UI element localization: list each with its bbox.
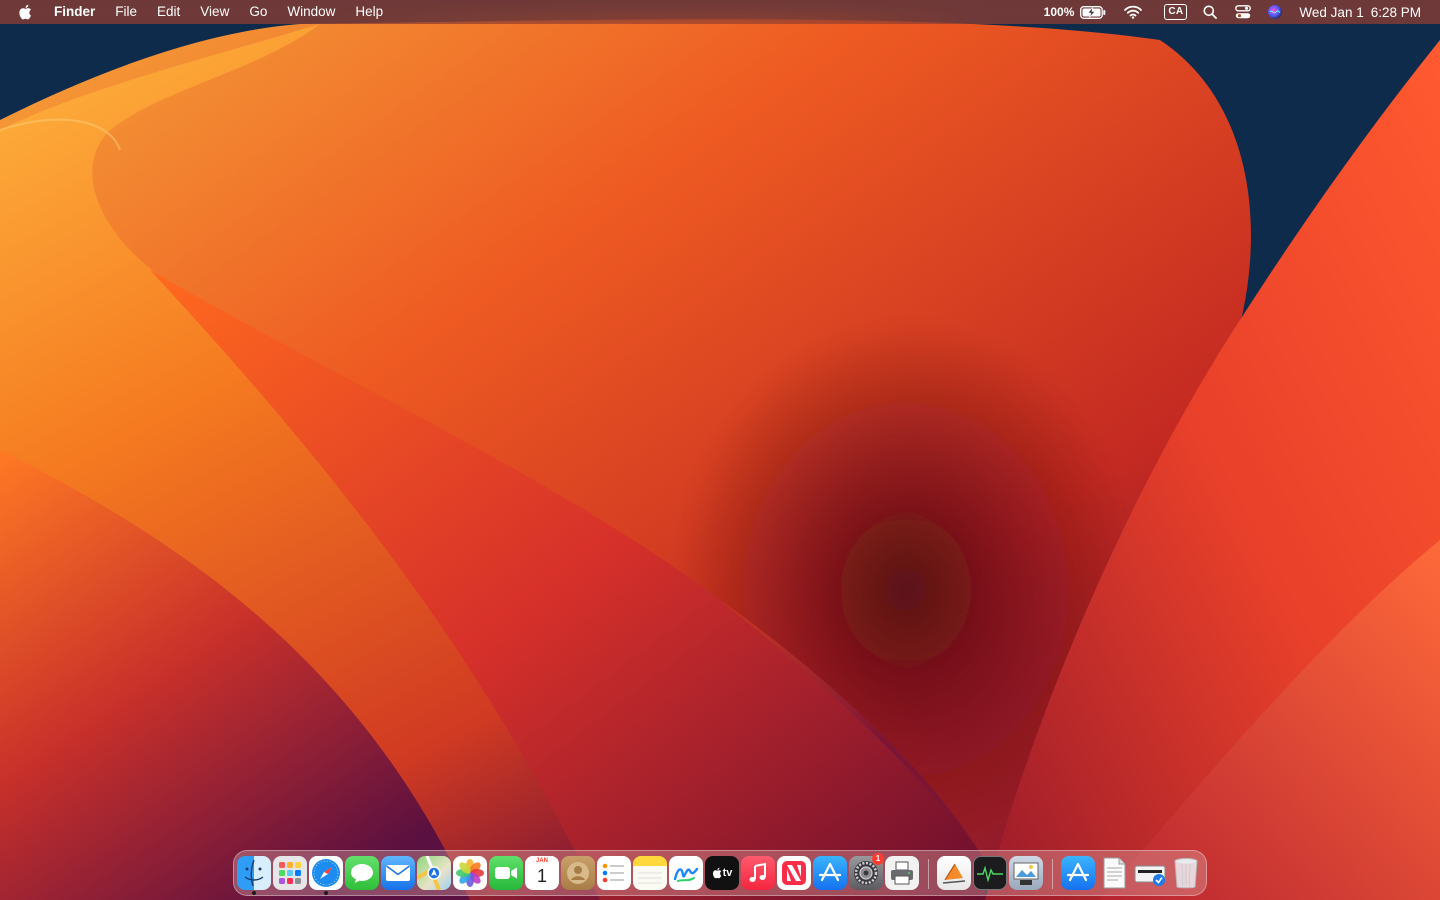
apple-menu-icon[interactable]: [0, 0, 50, 24]
calendar-month-label: JAN: [525, 856, 559, 865]
menu-view[interactable]: View: [190, 0, 239, 24]
calendar-day-label: 1: [536, 866, 547, 886]
dock-mail-icon[interactable]: [381, 856, 415, 890]
wifi-icon[interactable]: [1124, 0, 1143, 24]
dock-facetime-icon[interactable]: [489, 856, 523, 890]
dock-safari-icon[interactable]: [309, 856, 343, 890]
desktop-wallpaper: [0, 0, 1440, 900]
dock-finder-icon[interactable]: [237, 856, 271, 890]
control-center-icon[interactable]: [1235, 0, 1252, 24]
menu-bar-clock[interactable]: Wed Jan 1 6:28 PM: [1287, 5, 1440, 20]
menu-bar-left: Finder File Edit View Go Window Help: [0, 0, 393, 24]
menu-file[interactable]: File: [105, 0, 147, 24]
dock-activity-monitor-icon[interactable]: [973, 856, 1007, 890]
dock-contacts-icon[interactable]: [561, 856, 595, 890]
dock-messages-icon[interactable]: [345, 856, 379, 890]
menu-bar: Finder File Edit View Go Window Help 100…: [0, 0, 1440, 24]
dock-trash-icon[interactable]: [1169, 856, 1203, 890]
dock-launchpad-icon[interactable]: [273, 856, 307, 890]
menu-go[interactable]: Go: [239, 0, 277, 24]
dock-printer-icon[interactable]: [885, 856, 919, 890]
spotlight-search-icon[interactable]: [1203, 0, 1218, 24]
siri-icon[interactable]: [1267, 0, 1283, 24]
tv-label: tv: [722, 867, 733, 879]
dock-app-store-icon[interactable]: [813, 856, 847, 890]
menu-app-finder[interactable]: Finder: [50, 0, 105, 24]
menu-bar-status: 100% CA Wed Jan 1 6:28 PM: [1044, 0, 1440, 24]
input-source-menu[interactable]: CA: [1164, 0, 1188, 24]
dock-photos-icon[interactable]: [453, 856, 487, 890]
dock-separator: [1052, 859, 1053, 889]
dock-tv-icon[interactable]: tv: [705, 856, 739, 890]
dock-freeform-icon[interactable]: [669, 856, 703, 890]
settings-update-badge: 1: [872, 853, 884, 865]
menu-help[interactable]: Help: [345, 0, 393, 24]
dock-music-icon[interactable]: [741, 856, 775, 890]
dock-notes-icon[interactable]: [633, 856, 667, 890]
dock-separator: [928, 859, 929, 889]
dock-preview-icon[interactable]: [1009, 856, 1043, 890]
dock-document-icon[interactable]: [1097, 856, 1131, 890]
dock-news-icon[interactable]: [777, 856, 811, 890]
battery-percent: 100%: [1043, 5, 1075, 19]
clock-date: Wed Jan 1: [1299, 4, 1364, 20]
dock: JAN 1 tv 1: [233, 850, 1207, 896]
menu-edit[interactable]: Edit: [147, 0, 190, 24]
input-source-label: CA: [1164, 4, 1188, 20]
dock-app-store-folder-icon[interactable]: [1061, 856, 1095, 890]
dock-reminders-icon[interactable]: [597, 856, 631, 890]
dock-calendar-icon[interactable]: JAN 1: [525, 856, 559, 890]
finder-running-indicator: [252, 891, 256, 895]
battery-status[interactable]: 100%: [1044, 0, 1107, 24]
dock-pages-icon[interactable]: [937, 856, 971, 890]
clock-time: 6:28 PM: [1370, 4, 1421, 20]
battery-charging-icon: [1080, 5, 1106, 19]
safari-running-indicator: [324, 891, 328, 895]
menu-window[interactable]: Window: [277, 0, 345, 24]
dock-printer-setup-icon[interactable]: [1133, 856, 1167, 890]
dock-maps-icon[interactable]: [417, 856, 451, 890]
